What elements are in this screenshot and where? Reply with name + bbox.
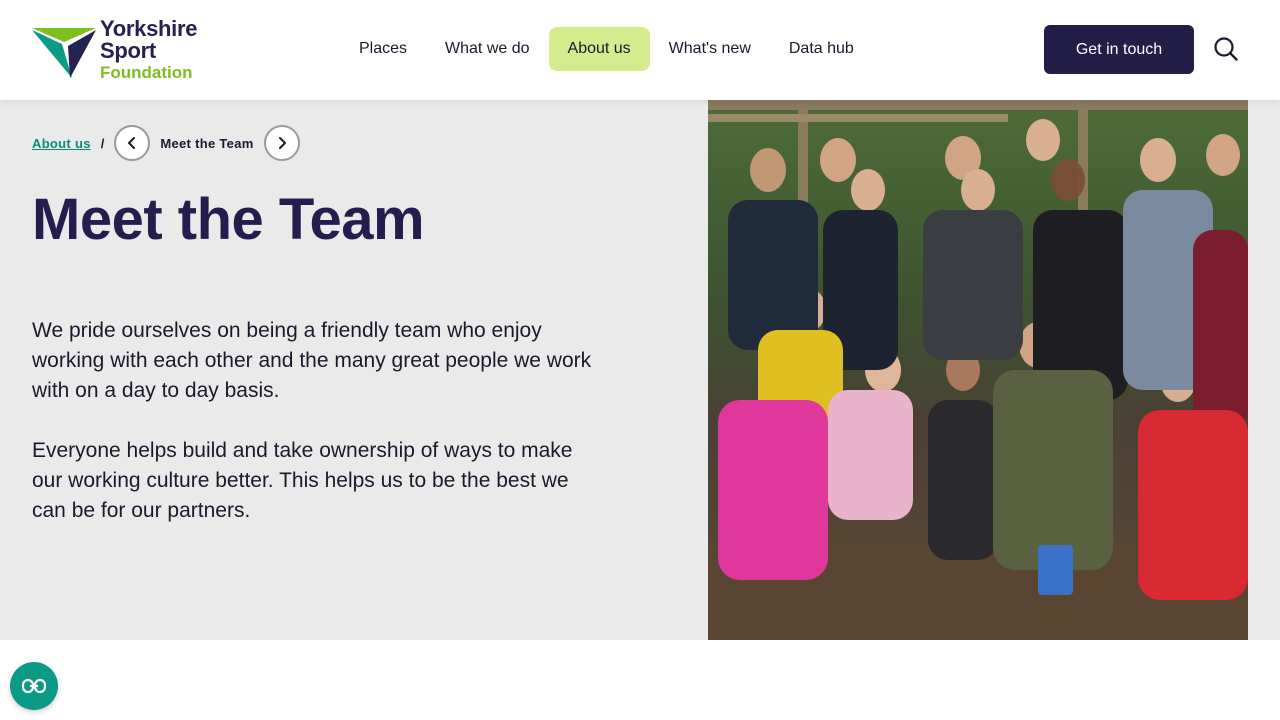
next-page-button[interactable] bbox=[263, 125, 300, 161]
main-nav: Places What we do About us What's new Da… bbox=[340, 27, 873, 71]
intro-paragraph-1: We pride ourselves on being a friendly t… bbox=[32, 319, 592, 402]
get-in-touch-button[interactable]: Get in touch bbox=[1044, 25, 1194, 74]
nav-item-places[interactable]: Places bbox=[340, 27, 426, 71]
nav-item-data-hub[interactable]: Data hub bbox=[770, 27, 873, 71]
team-photo bbox=[708, 100, 1248, 640]
team-group-photo-image bbox=[708, 100, 1248, 640]
chevron-left-icon bbox=[128, 137, 136, 149]
nav-item-about-us[interactable]: About us bbox=[548, 27, 650, 71]
accessibility-button[interactable] bbox=[10, 662, 58, 710]
logo-line-3: Foundation bbox=[100, 63, 193, 82]
breadcrumb-current: Meet the Team bbox=[160, 135, 254, 151]
site-logo[interactable]: Yorkshire Sport Foundation bbox=[32, 18, 212, 82]
hero-section: About us / Meet the Team Meet the Team W… bbox=[0, 100, 1280, 640]
search-button[interactable] bbox=[1212, 35, 1240, 63]
logo-line-1: Yorkshire bbox=[100, 16, 198, 41]
logo-mark-icon bbox=[32, 28, 96, 78]
accessibility-icon bbox=[21, 678, 47, 694]
logo-line-2: Sport bbox=[100, 38, 156, 63]
site-header: Yorkshire Sport Foundation Places What w… bbox=[0, 0, 1280, 100]
previous-page-button[interactable] bbox=[114, 125, 151, 161]
intro-paragraph-2: Everyone helps build and take ownership … bbox=[32, 439, 573, 522]
breadcrumb: About us / Meet the Team bbox=[32, 125, 300, 161]
breadcrumb-parent-link[interactable]: About us bbox=[32, 136, 91, 151]
search-icon bbox=[1214, 37, 1238, 61]
intro-text: We pride ourselves on being a friendly t… bbox=[32, 316, 592, 526]
chevron-right-icon bbox=[278, 137, 286, 149]
logo-wordmark: Yorkshire Sport Foundation bbox=[100, 16, 198, 82]
nav-item-what-we-do[interactable]: What we do bbox=[426, 27, 548, 71]
nav-item-whats-new[interactable]: What's new bbox=[650, 27, 770, 71]
breadcrumb-separator: / bbox=[100, 135, 105, 151]
page-title: Meet the Team bbox=[32, 187, 425, 252]
